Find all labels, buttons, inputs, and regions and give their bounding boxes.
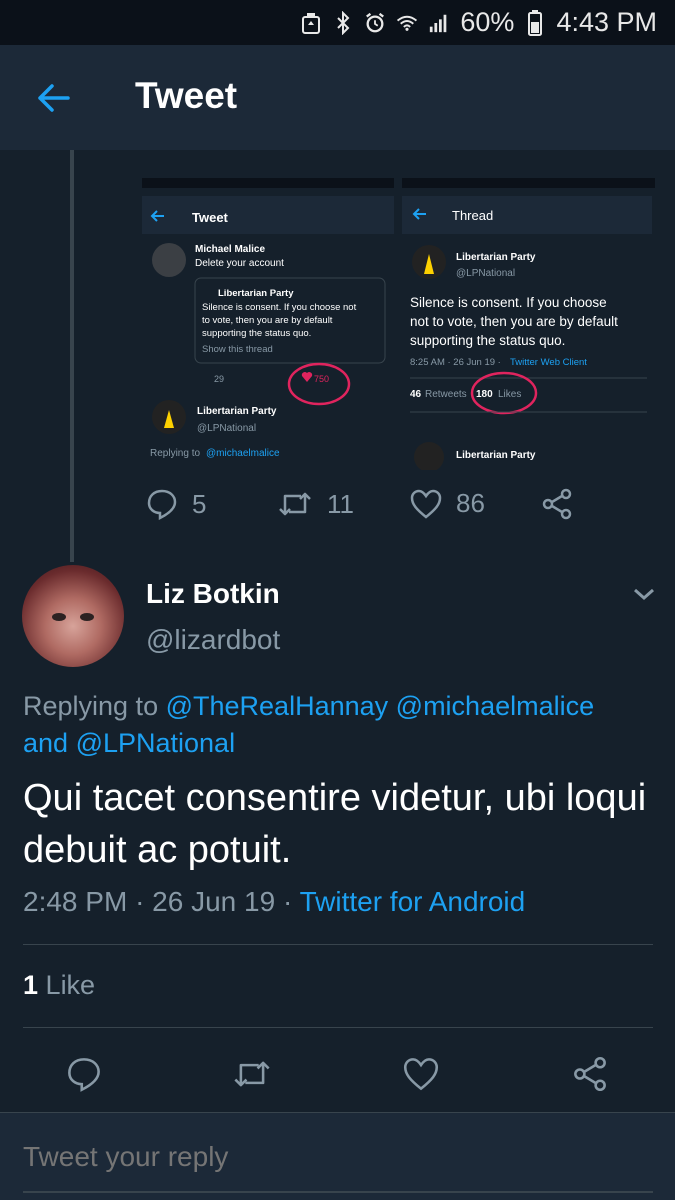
svg-text:Libertarian Party: Libertarian Party	[456, 450, 536, 461]
battery-percent: 60%	[460, 7, 515, 37]
svg-text:not to vote, then you are by d: not to vote, then you are by default	[410, 314, 618, 329]
likes-summary[interactable]: 1 Like	[23, 970, 95, 1001]
author-handle[interactable]: @lizardbot	[146, 624, 280, 656]
mention-link[interactable]: @michaelmalice	[396, 691, 594, 721]
wifi-icon	[396, 12, 418, 34]
svg-text:Michael Malice: Michael Malice	[195, 244, 265, 255]
svg-text:180: 180	[476, 389, 493, 400]
like-action[interactable]: 86	[410, 488, 485, 519]
svg-text:to vote, then you are by defau: to vote, then you are by default	[202, 315, 333, 326]
share-action[interactable]	[541, 488, 573, 520]
likes-label: Like	[45, 970, 96, 1000]
alarm-icon	[364, 12, 386, 34]
replying-prefix: Replying to	[23, 691, 159, 721]
divider	[23, 944, 653, 945]
retweet-icon	[234, 1061, 270, 1087]
retweet-count: 11	[327, 488, 354, 519]
back-button[interactable]	[28, 73, 78, 123]
page-title: Tweet	[135, 75, 238, 116]
svg-text:29: 29	[214, 374, 224, 384]
svg-text:Show this thread: Show this thread	[202, 344, 273, 355]
svg-text:Replying to: Replying to	[150, 448, 200, 459]
replying-to: Replying to @TheRealHannay @michaelmalic…	[23, 688, 643, 762]
more-options-button[interactable]	[630, 580, 658, 608]
svg-text:supporting the status quo.: supporting the status quo.	[410, 333, 565, 348]
tweet-meta: 2:48 PM · 26 Jun 19 · Twitter for Androi…	[23, 886, 526, 917]
heart-icon	[410, 489, 442, 519]
app-bar: Tweet	[0, 45, 675, 150]
arrow-left-icon	[38, 84, 70, 112]
like-button[interactable]	[403, 1057, 439, 1091]
svg-text:@LPNational: @LPNational	[197, 423, 256, 434]
tweet-time: 2:48 PM	[23, 886, 128, 917]
avatar[interactable]	[22, 565, 124, 667]
bluetooth-icon	[332, 10, 354, 35]
svg-text:Libertarian Party: Libertarian Party	[197, 406, 277, 417]
likes-count: 1	[23, 970, 39, 1000]
mention-link[interactable]: @LPNational	[76, 728, 236, 758]
svg-text:@michaelmalice: @michaelmalice	[206, 448, 280, 459]
share-button[interactable]	[572, 1056, 608, 1092]
svg-text:Silence is consent. If you cho: Silence is consent. If you choose not	[202, 302, 357, 313]
svg-text:@LPNational: @LPNational	[456, 268, 515, 279]
svg-text:Thread: Thread	[452, 208, 493, 223]
clock: 4:43 PM	[556, 7, 657, 37]
reply-count: 5	[192, 488, 207, 519]
tweet-date: 26 Jun 19	[152, 886, 276, 917]
replying-and: and	[23, 728, 69, 758]
reply-icon	[68, 1058, 100, 1092]
svg-text:supporting the status quo.: supporting the status quo.	[202, 328, 311, 339]
reply-underline	[23, 1191, 653, 1193]
svg-text:Retweets: Retweets	[425, 389, 467, 400]
tweet-client[interactable]: Twitter for Android	[300, 886, 526, 917]
signal-icon	[428, 12, 450, 34]
retweet-button[interactable]	[232, 1056, 272, 1092]
svg-text:Likes: Likes	[498, 389, 521, 400]
svg-text:Tweet: Tweet	[192, 210, 229, 225]
reply-button[interactable]	[66, 1056, 102, 1092]
svg-text:8:25 AM · 26 Jun 19 ·: 8:25 AM · 26 Jun 19 ·	[410, 357, 501, 368]
recycle-icon	[300, 12, 322, 34]
retweet-action[interactable]: 11	[277, 488, 354, 520]
reply-action[interactable]: 5	[146, 488, 206, 520]
battery-icon	[524, 9, 546, 36]
author-name[interactable]: Liz Botkin	[146, 578, 280, 610]
reply-input[interactable]	[23, 1141, 643, 1173]
status-bar: 60% 4:43 PM	[0, 0, 675, 45]
reply-icon	[147, 489, 177, 520]
chevron-down-icon	[634, 588, 654, 601]
share-icon	[542, 488, 572, 520]
svg-text:750: 750	[314, 374, 329, 384]
retweet-icon	[279, 492, 311, 516]
like-count: 86	[456, 488, 485, 518]
divider	[23, 1027, 653, 1028]
heart-icon	[403, 1058, 439, 1091]
mention-link[interactable]: @TheRealHannay	[166, 691, 389, 721]
svg-text:46: 46	[410, 389, 422, 400]
svg-text:Twitter Web Client: Twitter Web Client	[510, 357, 587, 368]
reply-composer	[0, 1112, 675, 1200]
thread-line	[70, 150, 74, 562]
share-icon	[574, 1056, 606, 1092]
svg-text:Libertarian Party: Libertarian Party	[218, 288, 294, 299]
svg-text:Silence is consent. If you cho: Silence is consent. If you choose	[410, 295, 607, 310]
tweet-text: Qui tacet consentire videtur, ubi loqui …	[23, 777, 647, 871]
embedded-image[interactable]: Tweet Michael Malice Delete your account…	[142, 150, 655, 472]
svg-text:Libertarian Party: Libertarian Party	[456, 252, 536, 263]
svg-text:Delete your account: Delete your account	[195, 258, 284, 269]
